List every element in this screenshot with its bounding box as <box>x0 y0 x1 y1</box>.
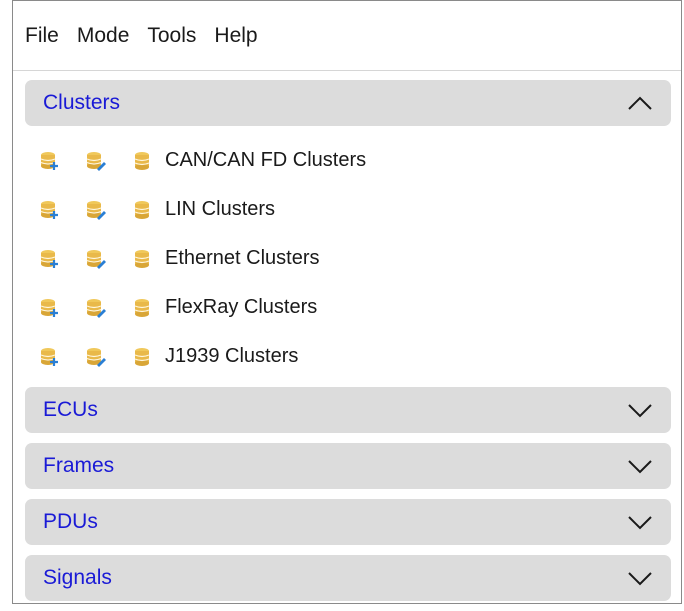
database-edit-icon[interactable] <box>85 150 107 172</box>
database-edit-icon[interactable] <box>85 297 107 319</box>
chevron-up-icon[interactable] <box>625 92 655 114</box>
database-edit-icon[interactable] <box>85 346 107 368</box>
section-header-pdus[interactable]: PDUs <box>25 499 671 545</box>
menu-tools[interactable]: Tools <box>147 24 196 48</box>
chevron-down-icon[interactable] <box>625 511 655 533</box>
database-edit-icon[interactable] <box>85 248 107 270</box>
database-add-icon[interactable] <box>39 297 61 319</box>
database-icon[interactable] <box>131 297 153 319</box>
database-icon[interactable] <box>131 150 153 172</box>
list-item-ethernet-clusters: Ethernet Clusters <box>25 234 671 283</box>
section-title-pdus: PDUs <box>43 510 98 533</box>
database-icon[interactable] <box>131 346 153 368</box>
database-icon[interactable] <box>131 248 153 270</box>
cluster-list: CAN/CAN FD Clusters LIN Clusters Etherne… <box>25 136 671 381</box>
list-item-can-clusters: CAN/CAN FD Clusters <box>25 136 671 185</box>
app-window: File Mode Tools Help Clusters CAN/CAN FD… <box>12 0 682 604</box>
section-title-clusters: Clusters <box>43 91 121 114</box>
sections-panel: Clusters CAN/CAN FD Clusters LIN Cluster… <box>25 80 671 611</box>
menu-mode[interactable]: Mode <box>77 24 130 48</box>
section-header-frames[interactable]: Frames <box>25 443 671 489</box>
database-add-icon[interactable] <box>39 346 61 368</box>
database-icon[interactable] <box>131 199 153 221</box>
menu-file[interactable]: File <box>25 24 59 48</box>
database-edit-icon[interactable] <box>85 199 107 221</box>
menu-help[interactable]: Help <box>214 24 257 48</box>
cluster-label[interactable]: FlexRay Clusters <box>165 296 317 319</box>
section-title-frames: Frames <box>43 454 115 477</box>
menu-bar: File Mode Tools Help <box>13 1 681 71</box>
section-header-signals[interactable]: Signals <box>25 555 671 601</box>
list-item-flexray-clusters: FlexRay Clusters <box>25 283 671 332</box>
section-header-ecus[interactable]: ECUs <box>25 387 671 433</box>
database-add-icon[interactable] <box>39 150 61 172</box>
section-header-clusters[interactable]: Clusters <box>25 80 671 126</box>
chevron-down-icon[interactable] <box>625 399 655 421</box>
chevron-down-icon[interactable] <box>625 567 655 589</box>
list-item-lin-clusters: LIN Clusters <box>25 185 671 234</box>
chevron-down-icon[interactable] <box>625 455 655 477</box>
cluster-label[interactable]: J1939 Clusters <box>165 345 298 368</box>
cluster-label[interactable]: Ethernet Clusters <box>165 247 320 270</box>
section-title-signals: Signals <box>43 566 112 589</box>
list-item-j1939-clusters: J1939 Clusters <box>25 332 671 381</box>
cluster-label[interactable]: LIN Clusters <box>165 198 275 221</box>
database-add-icon[interactable] <box>39 248 61 270</box>
section-title-ecus: ECUs <box>43 398 98 421</box>
database-add-icon[interactable] <box>39 199 61 221</box>
cluster-label[interactable]: CAN/CAN FD Clusters <box>165 149 366 172</box>
